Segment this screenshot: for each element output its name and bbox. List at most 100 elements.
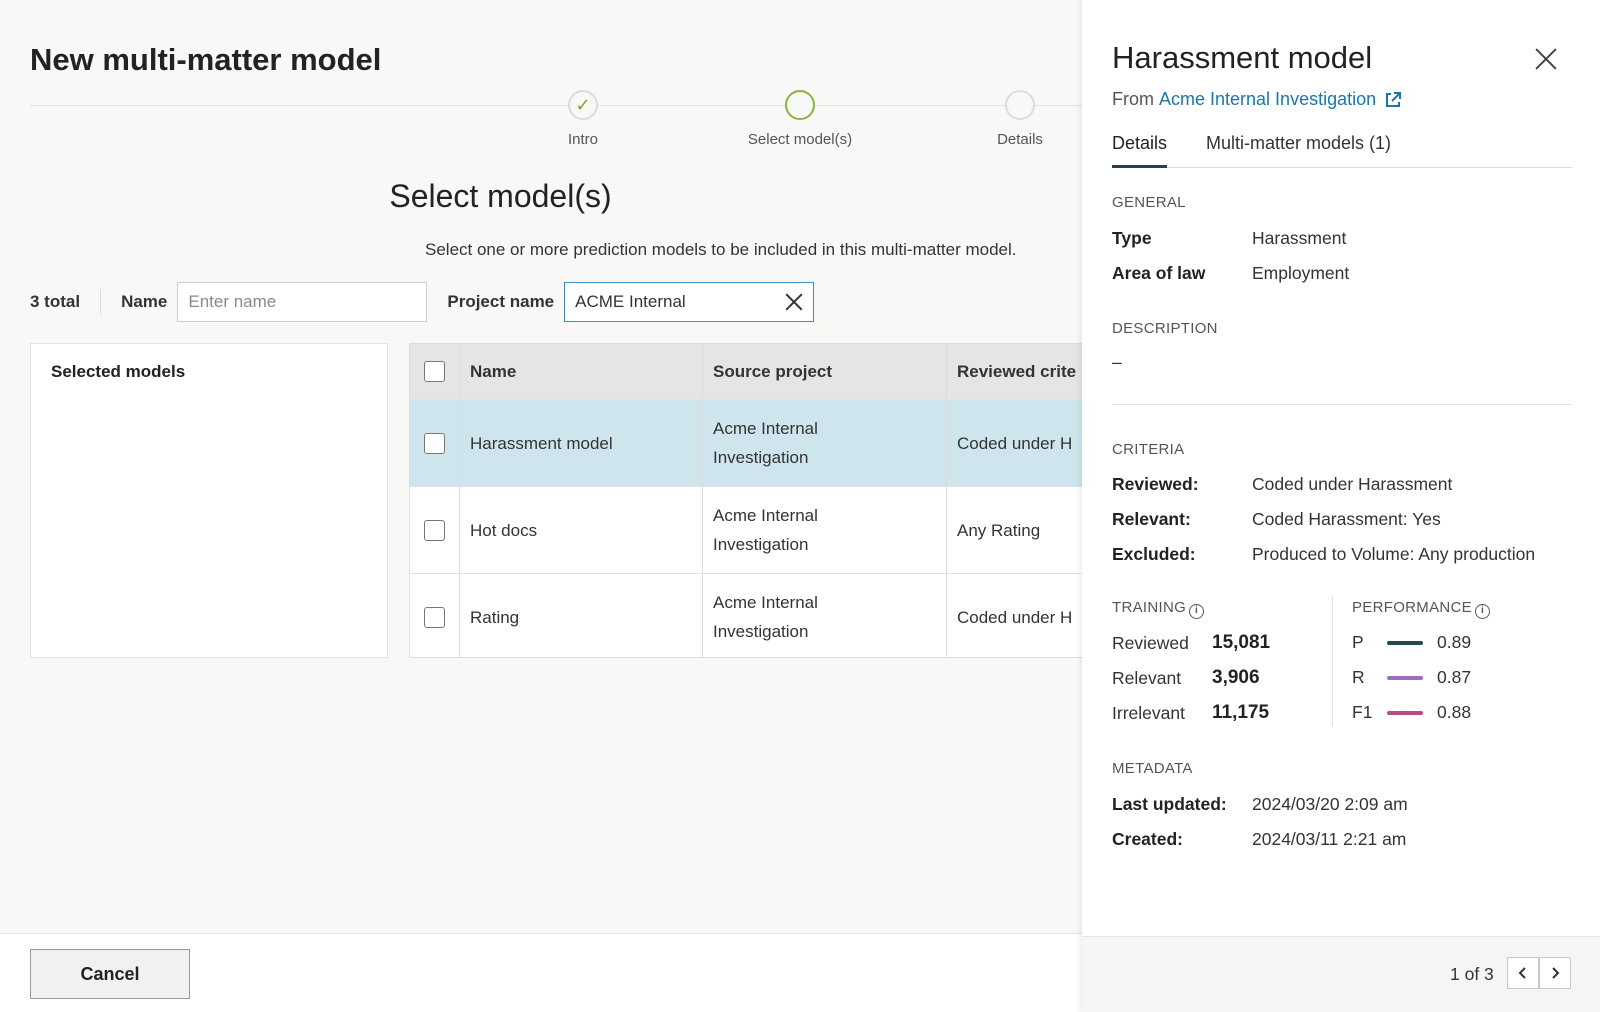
training-relevant-row: Relevant 3,906 (1112, 667, 1260, 689)
general-heading: GENERAL (1112, 194, 1186, 211)
filter-bar: 3 total Name Project name ACME Internal (30, 282, 815, 322)
area-of-law-row: Area of law Employment (1112, 263, 1349, 284)
created-label: Created: (1112, 829, 1183, 849)
recall-label: R (1352, 667, 1365, 687)
area-of-law-value: Employment (1252, 263, 1350, 283)
performance-heading: PERFORMANCE i (1352, 599, 1490, 619)
source-project-line1: Acme Internal (713, 506, 818, 525)
chevron-right-icon (1552, 967, 1560, 979)
source-project: Acme Internal Investigation (703, 574, 947, 657)
info-icon[interactable]: i (1474, 604, 1490, 619)
description-text: – (1112, 352, 1122, 372)
column-header-reviewed-criteria[interactable]: Reviewed crite (947, 344, 1082, 399)
row-checkbox[interactable] (424, 606, 445, 628)
performance-heading-text: PERFORMANCE (1352, 599, 1472, 616)
performance-recall-row: R 0.87 (1352, 667, 1471, 688)
selected-models-heading: Selected models (51, 362, 186, 381)
step-select-models[interactable]: Select model(s) (730, 90, 870, 148)
criteria-reviewed-label: Reviewed: (1112, 474, 1199, 494)
step-label: Intro (567, 131, 598, 148)
table-row[interactable]: Hot docs Acme Internal Investigation Any … (410, 487, 1082, 574)
from-label: From (1112, 89, 1154, 109)
training-reviewed-row: Reviewed 15,081 (1112, 632, 1270, 654)
type-row: Type Harassment (1112, 228, 1346, 249)
criteria-excluded-row: Excluded: Produced to Volume: Any produc… (1112, 544, 1535, 565)
step-label: Details (997, 131, 1043, 148)
training-reviewed-label: Reviewed (1112, 632, 1189, 653)
source-project-line1: Acme Internal (713, 593, 818, 612)
row-checkbox[interactable] (424, 432, 445, 454)
criteria-excluded-value: Produced to Volume: Any production (1252, 544, 1536, 564)
chevron-left-icon (1518, 967, 1526, 979)
criteria-excluded-label: Excluded: (1112, 544, 1196, 564)
training-relevant-label: Relevant (1112, 667, 1182, 688)
recall-swatch (1387, 675, 1423, 680)
f1-value: 0.88 (1437, 702, 1472, 722)
info-icon[interactable]: i (1189, 604, 1205, 619)
row-checkbox-cell (410, 574, 460, 657)
divider (1112, 404, 1572, 405)
step-label: Select model(s) (747, 131, 853, 148)
performance-precision-row: P 0.89 (1352, 632, 1471, 653)
step-current-indicator (785, 90, 815, 120)
performance-f1-row: F1 0.88 (1352, 702, 1471, 723)
source-project-line2: Investigation (713, 448, 809, 467)
next-button[interactable] (1539, 957, 1571, 989)
project-filter-value: ACME Internal (575, 292, 686, 311)
last-updated-row: Last updated: 2024/03/20 2:09 am (1112, 794, 1408, 815)
panel-footer: 1 of 3 (1082, 936, 1600, 1012)
model-detail-panel: Harassment model From Acme Internal Inve… (1082, 0, 1600, 1012)
last-updated-label: Last updated: (1112, 794, 1227, 814)
criteria-reviewed-value: Coded under Harassment (1252, 474, 1453, 494)
step-details[interactable]: Details (950, 90, 1090, 148)
select-all-checkbox[interactable] (424, 361, 445, 382)
precision-label: P (1352, 632, 1364, 652)
page-title: New multi-matter model (30, 42, 382, 77)
training-relevant-value: 3,906 (1212, 667, 1260, 688)
type-value: Harassment (1252, 228, 1347, 248)
cancel-button[interactable]: Cancel (30, 949, 190, 999)
tab-details[interactable]: Details (1112, 133, 1168, 168)
f1-swatch (1387, 710, 1423, 715)
selected-models-panel: Selected models (30, 343, 388, 658)
column-header-name[interactable]: Name (460, 344, 703, 399)
table-header: Name Source project Reviewed crite (410, 344, 1082, 400)
tab-multi-matter-models[interactable]: Multi-matter models (1) (1206, 133, 1391, 168)
metadata-heading: METADATA (1112, 760, 1193, 777)
source-project: Acme Internal Investigation (703, 487, 947, 573)
previous-button[interactable] (1507, 957, 1539, 989)
criteria-relevant-label: Relevant: (1112, 509, 1191, 529)
reviewed-criteria: Coded under H (957, 433, 1073, 453)
criteria-reviewed-row: Reviewed: Coded under Harassment (1112, 474, 1452, 495)
external-link-icon[interactable] (1383, 90, 1403, 110)
source-project-link[interactable]: Acme Internal Investigation (1159, 89, 1376, 110)
project-filter-input[interactable]: ACME Internal (564, 282, 815, 322)
table-row[interactable]: Harassment model Acme Internal Investigat… (410, 400, 1082, 487)
training-irrelevant-row: Irrelevant 11,175 (1112, 702, 1269, 724)
area-of-law-label: Area of law (1112, 263, 1206, 283)
name-filter-label: Name (121, 292, 168, 311)
criteria-relevant-row: Relevant: Coded Harassment: Yes (1112, 509, 1441, 530)
clear-icon[interactable] (783, 291, 805, 313)
close-icon[interactable] (1534, 47, 1558, 71)
type-label: Type (1112, 228, 1152, 248)
criteria-relevant-value: Coded Harassment: Yes (1252, 509, 1441, 529)
step-intro[interactable]: ✓ Intro (513, 90, 653, 148)
total-count: 3 total (30, 289, 102, 315)
select-all-cell (410, 344, 460, 399)
section-title-text: Select model(s) (389, 178, 612, 214)
row-checkbox-cell (410, 487, 460, 573)
reviewed-criteria: Coded under H (957, 607, 1073, 627)
row-checkbox-cell (410, 400, 460, 486)
column-header-source-project[interactable]: Source project (703, 344, 947, 399)
training-heading-text: TRAINING (1112, 599, 1187, 616)
footer-bar: Cancel (0, 933, 1082, 1012)
model-name: Rating (460, 574, 703, 657)
model-name: Harassment model (460, 400, 703, 486)
name-filter-input[interactable] (177, 282, 428, 322)
project-filter-label: Project name (447, 292, 555, 311)
row-checkbox[interactable] (424, 519, 445, 541)
last-updated-value: 2024/03/20 2:09 am (1252, 794, 1408, 814)
table-row[interactable]: Rating Acme Internal Investigation Coded … (410, 574, 1082, 657)
created-value: 2024/03/11 2:21 am (1252, 829, 1407, 849)
